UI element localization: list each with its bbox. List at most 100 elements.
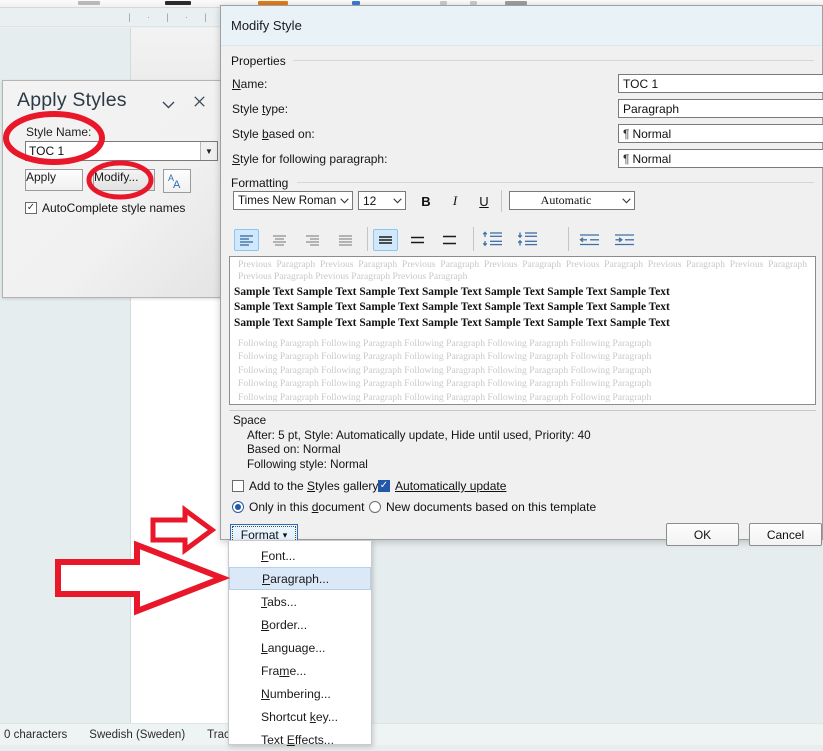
name-field[interactable]: TOC 1 — [618, 74, 823, 93]
dialog-title: Modify Style — [231, 18, 302, 33]
apply-button[interactable]: Apply — [25, 169, 83, 191]
checkbox-box[interactable] — [232, 480, 244, 492]
ruler-tick: | — [166, 12, 169, 22]
menu-item-font[interactable]: Font... — [229, 544, 371, 567]
decrease-indent-button[interactable] — [576, 229, 604, 251]
menu-item-language[interactable]: Language... — [229, 636, 371, 659]
format-dropdown-menu: Font... Paragraph... Tabs... Border... L… — [228, 540, 372, 747]
menu-item-text-effects[interactable]: Text Effects... — [229, 728, 371, 751]
menu-item-tabs[interactable]: Tabs... — [229, 590, 371, 613]
style-inspector-icon[interactable]: A A — [163, 169, 191, 193]
checkbox-box[interactable]: ✓ — [25, 202, 37, 214]
preview-sample-text: Sample Text Sample Text Sample Text Samp… — [234, 285, 670, 298]
style-preview: Previous Paragraph Previous Paragraph Pr… — [229, 256, 816, 405]
menu-label: Language... — [261, 640, 326, 655]
preview-following-paragraph: Following Paragraph Following Paragraph … — [238, 351, 652, 363]
menu-label: Tabs... — [261, 594, 297, 609]
ruler-tick: · — [185, 12, 188, 22]
menu-label: Text Effects... — [261, 732, 334, 747]
font-color-value: Automatic — [540, 193, 592, 207]
triangle-down-icon[interactable]: ▼ — [200, 142, 217, 160]
underline-button[interactable]: U — [472, 190, 496, 212]
menu-item-border[interactable]: Border... — [229, 613, 371, 636]
modify-style-dialog: Modify Style ? Properties Name: TOC 1 St… — [220, 5, 823, 546]
svg-text:A: A — [173, 179, 181, 190]
menu-label: Numbering... — [261, 686, 331, 701]
apply-styles-panel: Apply Styles Style Name: ▼ Apply Modify.… — [2, 80, 222, 298]
cancel-button[interactable]: Cancel — [749, 523, 822, 546]
style-name-input[interactable] — [26, 142, 200, 160]
style-based-on-combobox[interactable]: ¶ Normal — [618, 124, 823, 143]
toolbar-icon-a[interactable] — [78, 1, 100, 5]
font-color-combobox[interactable]: Automatic — [509, 191, 635, 210]
menu-item-shortcut-key[interactable]: Shortcut key... — [229, 705, 371, 728]
toolbar-divider — [473, 227, 474, 251]
radio-button[interactable] — [232, 501, 244, 513]
toolbar-icon-b[interactable] — [165, 1, 191, 5]
menu-item-frame[interactable]: Frame... — [229, 659, 371, 682]
style-for-following-paragraph-combobox[interactable]: ¶ Normal — [618, 149, 823, 168]
increase-indent-button[interactable] — [611, 229, 639, 251]
preview-following-paragraph: Following Paragraph Following Paragraph … — [238, 337, 652, 349]
autocomplete-label: AutoComplete style names — [42, 201, 186, 215]
preview-following-paragraph: Following Paragraph Following Paragraph … — [238, 378, 652, 390]
line-spacing-1-5-button[interactable] — [405, 229, 430, 251]
toolbar-divider — [501, 190, 502, 212]
bold-button[interactable]: B — [414, 190, 438, 212]
menu-label: Paragraph... — [262, 571, 330, 586]
only-in-this-document-radio[interactable]: Only in this document — [232, 500, 364, 514]
autocomplete-style-names-checkbox[interactable]: ✓ AutoComplete style names — [25, 201, 185, 215]
chevron-down-icon[interactable] — [158, 94, 178, 114]
style-name-combobox[interactable]: ▼ — [25, 141, 218, 161]
align-justify-button[interactable] — [333, 229, 358, 251]
style-for-following-paragraph-label: Style for following paragraph: — [232, 152, 388, 166]
align-center-button[interactable] — [267, 229, 292, 251]
ruler-tick: · — [147, 12, 150, 22]
radio-button[interactable] — [369, 501, 381, 513]
add-to-styles-gallery-checkbox[interactable]: Add to the Styles gallery — [232, 479, 378, 493]
description-line-after: After: 5 pt, Style: Automatically update… — [247, 428, 591, 442]
status-character-count[interactable]: 0 characters — [4, 729, 67, 741]
ok-button[interactable]: OK — [666, 523, 739, 546]
italic-button[interactable]: I — [443, 190, 467, 212]
line-spacing-double-button[interactable] — [437, 229, 462, 251]
new-documents-radio[interactable]: New documents based on this template — [369, 500, 596, 514]
line-spacing-single-button[interactable] — [373, 229, 398, 251]
chevron-down-icon[interactable] — [618, 192, 634, 209]
style-description: Space After: 5 pt, Style: Automatically … — [229, 410, 816, 472]
toolbar-divider — [568, 227, 569, 251]
automatically-update-checkbox[interactable]: ✓ Automatically update — [378, 479, 506, 493]
decrease-space-before-button[interactable] — [479, 228, 507, 250]
menu-label: Shortcut key... — [261, 709, 338, 724]
following-paragraph-value: ¶ Normal — [623, 151, 672, 166]
status-language[interactable]: Swedish (Sweden) — [89, 729, 185, 741]
dialog-titlebar[interactable]: Modify Style — [221, 6, 822, 46]
chevron-down-icon[interactable] — [389, 192, 405, 209]
group-divider — [293, 60, 814, 61]
description-line-following-style: Following style: Normal — [247, 457, 368, 471]
style-name-label: Style Name: — [26, 125, 92, 139]
menu-item-numbering[interactable]: Numbering... — [229, 682, 371, 705]
menu-item-paragraph[interactable]: Paragraph... — [229, 567, 371, 590]
modify-button[interactable]: Modify... — [93, 169, 155, 191]
name-field-label: Name: — [232, 77, 268, 91]
increase-space-after-button[interactable] — [514, 228, 542, 250]
pilcrow-icon: ¶ — [623, 151, 630, 166]
preview-sample-text: Sample Text Sample Text Sample Text Samp… — [234, 317, 670, 329]
align-right-button[interactable] — [300, 229, 325, 251]
font-family-combobox[interactable]: Times New Roman — [233, 191, 353, 210]
style-type-combobox[interactable]: Paragraph — [618, 99, 823, 118]
style-based-on-value: ¶ Normal — [623, 126, 672, 141]
status-bar: 0 characters Swedish (Sweden) Track C — [0, 723, 823, 745]
group-divider — [297, 182, 814, 183]
new-documents-label: New documents based on this template — [386, 500, 597, 514]
chevron-down-icon[interactable] — [336, 192, 352, 209]
font-size-combobox[interactable]: 12 — [358, 191, 406, 210]
font-family-value: Times New Roman — [238, 194, 336, 207]
close-icon[interactable] — [189, 93, 209, 113]
description-line-space: Space — [233, 414, 267, 427]
apply-styles-title: Apply Styles — [17, 89, 127, 111]
align-left-button[interactable] — [234, 229, 259, 251]
checkbox-box[interactable]: ✓ — [378, 480, 390, 492]
triangle-down-icon: ▾ — [282, 529, 288, 540]
